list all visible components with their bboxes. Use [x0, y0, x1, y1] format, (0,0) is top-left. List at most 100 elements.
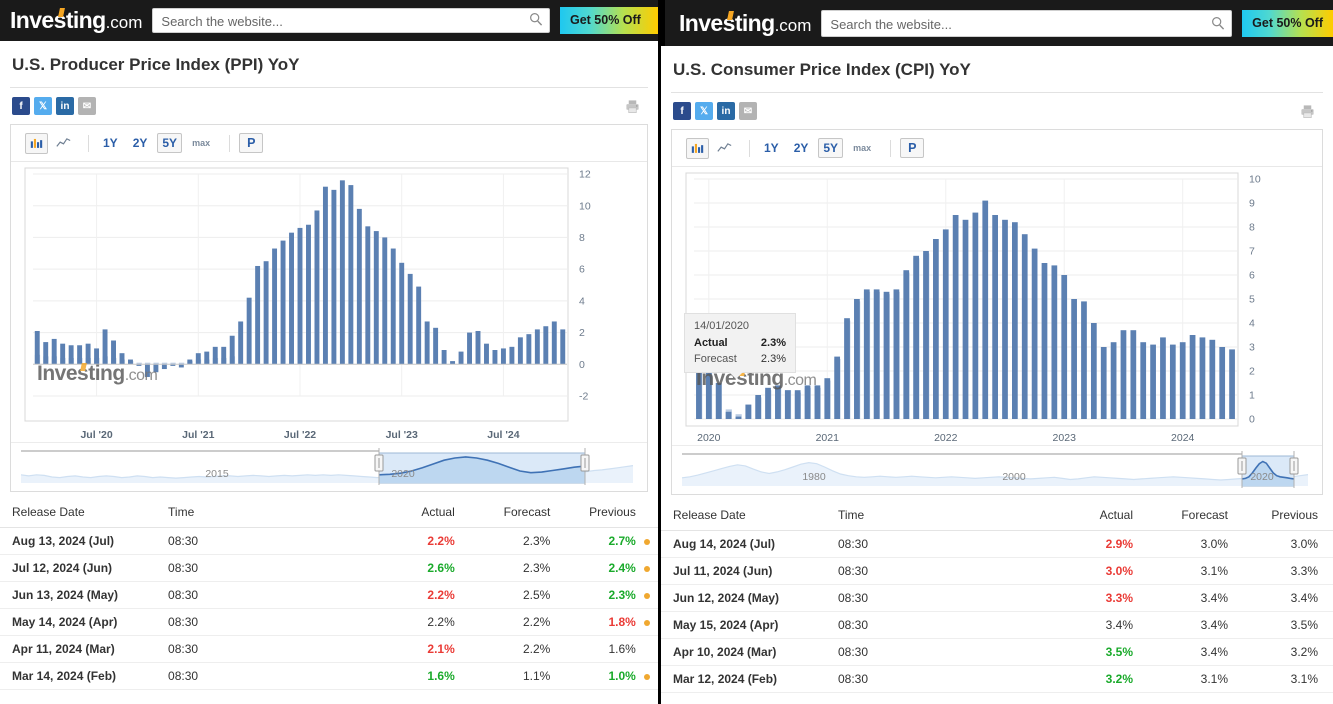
cpi-chart-svg[interactable]: 0 1 2 3 4 5 6 7 8 9 10 2020 2021 2022 2023 2024 [672, 167, 1322, 445]
cell-previous: 1.8% [550, 608, 636, 636]
svg-text:2015: 2015 [205, 468, 229, 480]
cell-forecast: 3.4% [1133, 584, 1228, 612]
table-body-right: Aug 14, 2024 (Jul) 08:30 2.9% 3.0% 3.0% Jul 1… [661, 530, 1333, 693]
cell-time: 08:30 [168, 635, 350, 663]
cpi-navigator[interactable]: 1980 2000 2020 [672, 445, 1322, 494]
tooltip-arrow [729, 372, 743, 379]
cell-actual: 3.5% [1023, 638, 1133, 666]
search-input-right[interactable]: Search the website... [821, 9, 1233, 37]
printer-icon[interactable] [625, 99, 640, 114]
search-input[interactable]: Search the website... [152, 8, 550, 33]
range-2y[interactable]: 2Y [128, 133, 153, 153]
table-row[interactable]: Mar 14, 2024 (Feb) 08:30 1.6% 1.1% 1.0% [0, 662, 658, 690]
range-max[interactable]: max [187, 135, 215, 151]
line-chart-icon-right[interactable] [713, 138, 736, 159]
cell-time: 08:30 [838, 557, 1023, 585]
table-row[interactable]: Jul 11, 2024 (Jun) 08:30 3.0% 3.1% 3.3% [661, 557, 1333, 585]
cell-time: 08:30 [168, 608, 350, 636]
ppi-navigator-svg[interactable]: 2015 2020 [11, 443, 647, 490]
cell-release-date: Mar 14, 2024 (Feb) [0, 662, 169, 690]
x-twitter-icon[interactable]: 𝕏 [34, 97, 52, 115]
col-indicator [635, 499, 658, 528]
promo-button[interactable]: Get 50% Off [560, 7, 658, 34]
cpi-panel: Investing.com Search the website... Get … [661, 0, 1333, 704]
cell-time: 08:30 [168, 554, 350, 582]
table-row[interactable]: Jul 12, 2024 (Jun) 08:30 2.6% 2.3% 2.4% [0, 554, 658, 582]
table-row[interactable]: Jun 12, 2024 (May) 08:30 3.3% 3.4% 3.4% [661, 584, 1333, 612]
table-row[interactable]: Mar 12, 2024 (Feb) 08:30 3.2% 3.1% 3.1% [661, 665, 1333, 693]
cell-indicator-dot [1318, 611, 1333, 639]
cell-indicator-dot [635, 662, 658, 690]
svg-text:Jul '22: Jul '22 [284, 429, 316, 441]
table-row[interactable]: Aug 13, 2024 (Jul) 08:30 2.2% 2.3% 2.7% [0, 527, 658, 555]
logo-name-right: Investing [679, 9, 775, 36]
investing-logo[interactable]: Investing.com [10, 7, 142, 34]
cell-actual: 2.9% [1023, 530, 1133, 558]
cpi-navigator-svg[interactable]: 1980 2000 2020 [672, 446, 1322, 493]
table-row[interactable]: Apr 11, 2024 (Mar) 08:30 2.1% 2.2% 1.6% [0, 635, 658, 663]
col-forecast-right: Forecast [1133, 502, 1228, 531]
bar-chart-icon-right[interactable] [686, 137, 709, 159]
table-header-row-right: Release Date Time Actual Forecast Previo… [661, 502, 1333, 531]
table-row[interactable]: May 15, 2024 (Apr) 08:30 3.4% 3.4% 3.5% [661, 611, 1333, 639]
cell-indicator-dot [635, 554, 658, 582]
table-head: Release Date Time Actual Forecast Previo… [0, 499, 658, 528]
email-icon[interactable]: ✉ [78, 97, 96, 115]
email-icon-right[interactable]: ✉ [739, 102, 757, 120]
bar-chart-icon[interactable] [25, 132, 48, 154]
social-share-row: f 𝕏 in ✉ [0, 88, 658, 124]
range-5y-right[interactable]: 5Y [818, 138, 844, 158]
cell-time: 08:30 [838, 584, 1023, 612]
table-row[interactable]: Jun 13, 2024 (May) 08:30 2.2% 2.5% 2.3% [0, 581, 658, 609]
period-button[interactable]: P [239, 133, 264, 153]
facebook-icon[interactable]: f [12, 97, 30, 115]
cell-indicator-dot [1318, 584, 1333, 612]
ppi-plot-area[interactable]: -2 0 2 4 6 8 10 12 Jul '20 Jul '21 Jul '22 Jul '23… [11, 162, 647, 442]
col-release-date: Release Date [0, 499, 169, 528]
cpi-plot-area[interactable]: 0 1 2 3 4 5 6 7 8 9 10 2020 2021 2022 2023 2024 Invest… [672, 167, 1322, 445]
cell-actual: 3.0% [1023, 557, 1133, 585]
table-row[interactable]: Apr 10, 2024 (Mar) 08:30 3.5% 3.4% 3.2% [661, 638, 1333, 666]
cell-actual: 2.1% [349, 635, 455, 663]
range-1y[interactable]: 1Y [98, 133, 123, 153]
period-button-right[interactable]: P [900, 138, 925, 158]
cell-actual: 2.6% [349, 554, 455, 582]
cell-forecast: 2.2% [454, 635, 551, 663]
range-2y-right[interactable]: 2Y [789, 138, 814, 158]
linkedin-icon[interactable]: in [56, 97, 74, 115]
range-5y[interactable]: 5Y [157, 133, 183, 153]
ppi-navigator[interactable]: 2015 2020 [11, 442, 647, 491]
linkedin-icon-right[interactable]: in [717, 102, 735, 120]
svg-text:-2: -2 [579, 391, 588, 403]
table-row[interactable]: May 14, 2024 (Apr) 08:30 2.2% 2.2% 1.8% [0, 608, 658, 636]
x-twitter-icon-right[interactable]: 𝕏 [695, 102, 713, 120]
printer-icon-right[interactable] [1300, 104, 1315, 119]
cell-release-date: Aug 13, 2024 (Jul) [0, 527, 169, 555]
cell-forecast: 3.4% [1133, 611, 1228, 639]
table-row[interactable]: Aug 14, 2024 (Jul) 08:30 2.9% 3.0% 3.0% [661, 530, 1333, 558]
range-1y-right[interactable]: 1Y [759, 138, 784, 158]
svg-text:Jul '21: Jul '21 [182, 429, 214, 441]
cell-release-date: Jun 13, 2024 (May) [0, 581, 169, 609]
cell-time: 08:30 [168, 581, 350, 609]
cell-actual: 1.6% [349, 662, 455, 690]
cell-time: 08:30 [838, 530, 1023, 558]
svg-text:1980: 1980 [802, 471, 826, 483]
col-indicator-right [1318, 502, 1333, 531]
ppi-chart-svg[interactable]: -2 0 2 4 6 8 10 12 Jul '20 Jul '21 Jul '22 Jul '23… [11, 162, 647, 442]
line-chart-icon[interactable] [52, 133, 75, 154]
facebook-icon-right[interactable]: f [673, 102, 691, 120]
svg-text:2023: 2023 [1053, 432, 1077, 444]
cell-actual: 2.2% [349, 608, 455, 636]
cell-previous: 3.3% [1228, 557, 1318, 585]
svg-text:0: 0 [579, 359, 585, 371]
cell-previous: 3.1% [1228, 665, 1318, 693]
promo-button-right[interactable]: Get 50% Off [1242, 9, 1333, 37]
range-max-right[interactable]: max [848, 140, 876, 156]
search-icon[interactable] [529, 12, 543, 26]
search-icon-right[interactable] [1211, 16, 1225, 30]
page-title: U.S. Producer Price Index (PPI) YoY [12, 55, 300, 74]
svg-text:2: 2 [579, 327, 585, 339]
svg-text:2021: 2021 [816, 432, 840, 444]
investing-logo-right[interactable]: Investing.com [679, 10, 811, 37]
